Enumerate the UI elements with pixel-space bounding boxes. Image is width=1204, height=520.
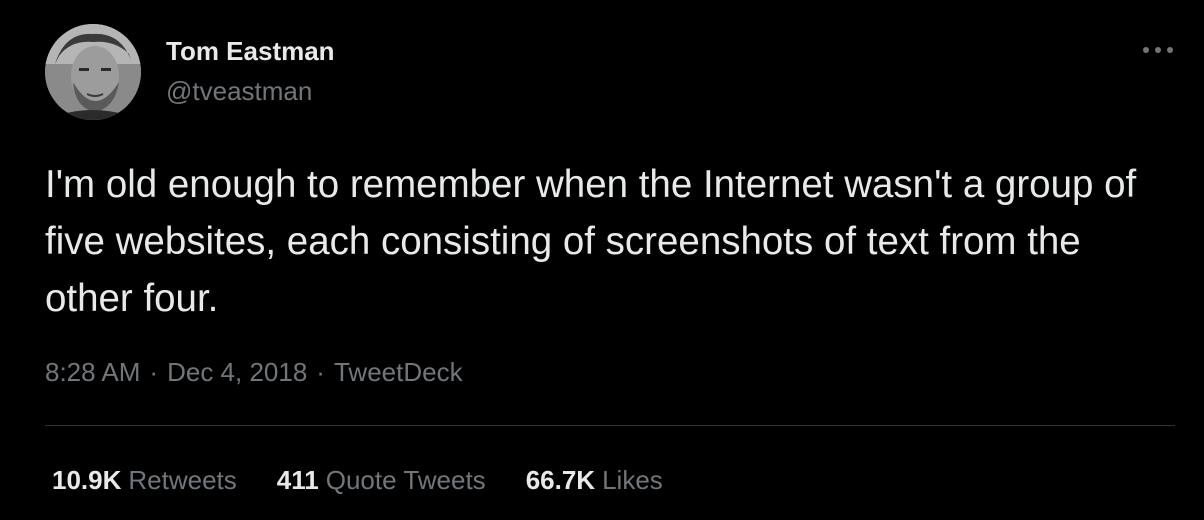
tweet-card: Tom Eastman @tveastman I'm old enough to…	[0, 0, 1204, 520]
tweet-metadata: 8:28 AM · Dec 4, 2018 · TweetDeck	[45, 354, 463, 390]
retweets-stat[interactable]: 10.9K Retweets	[52, 462, 237, 498]
tweet-text: I'm old enough to remember when the Inte…	[45, 163, 1137, 320]
quote-tweets-stat[interactable]: 411 Quote Tweets	[277, 462, 486, 498]
likes-stat[interactable]: 66.7K Likes	[526, 462, 663, 498]
display-name[interactable]: Tom Eastman	[166, 35, 335, 67]
tweet-time[interactable]: 8:28 AM	[45, 357, 140, 387]
more-options-icon	[1143, 47, 1173, 53]
engagement-stats: 10.9K Retweets 411 Quote Tweets 66.7K Likes	[52, 462, 703, 498]
retweets-count: 10.9K	[52, 465, 122, 495]
tweet-source[interactable]: TweetDeck	[334, 357, 463, 387]
quote-tweets-label: Quote Tweets	[325, 465, 486, 495]
avatar[interactable]	[45, 24, 141, 120]
quote-tweets-count: 411	[276, 465, 319, 495]
likes-label: Likes	[602, 465, 663, 495]
meta-separator: ·	[316, 357, 325, 387]
likes-count: 66.7K	[525, 465, 596, 495]
profile-photo-icon	[45, 24, 141, 120]
divider	[45, 425, 1175, 426]
more-options-button[interactable]	[1138, 36, 1178, 64]
retweets-label: Retweets	[128, 465, 237, 495]
tweet-date[interactable]: Dec 4, 2018	[167, 357, 307, 387]
user-handle[interactable]: @tveastman	[166, 75, 312, 107]
meta-separator: ·	[149, 357, 159, 387]
